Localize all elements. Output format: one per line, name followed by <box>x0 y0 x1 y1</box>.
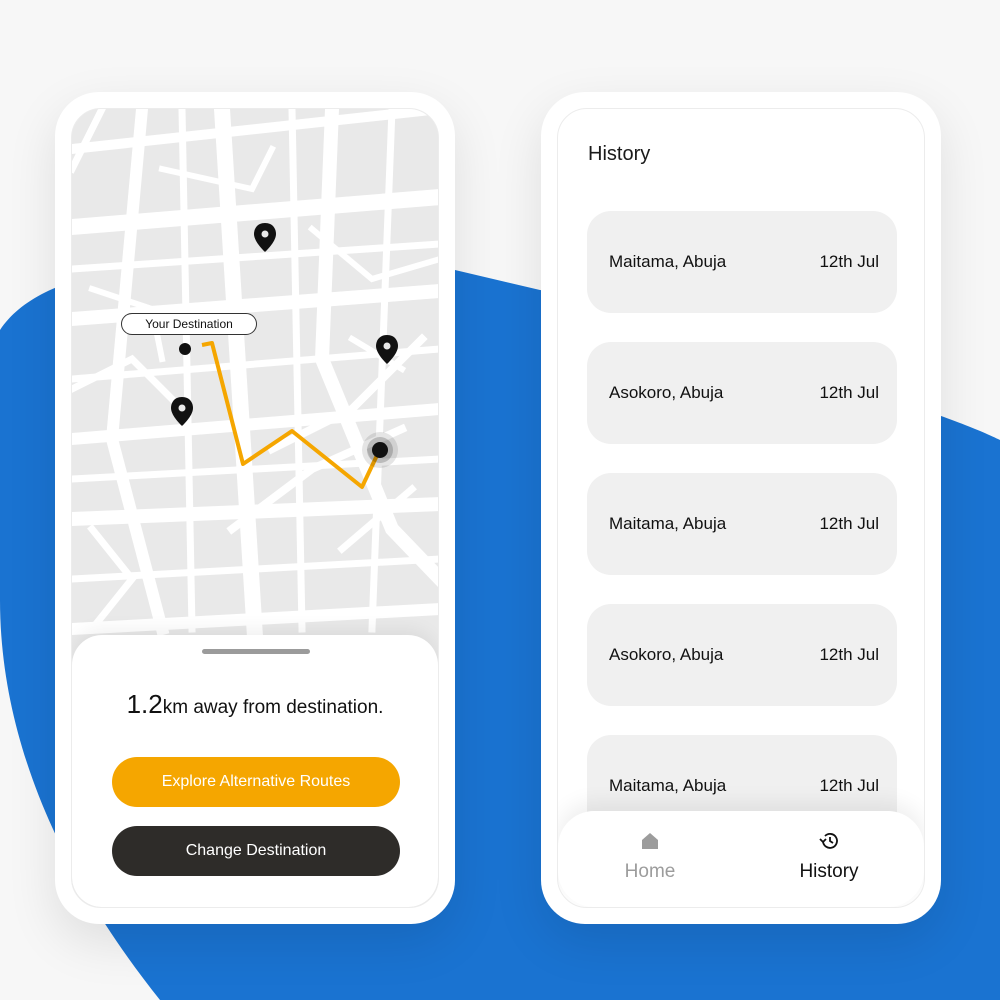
current-location-icon <box>362 432 398 468</box>
tab-history[interactable]: History <box>769 831 889 895</box>
history-date: 12th Jul <box>819 514 879 533</box>
tab-home[interactable]: Home <box>590 831 710 895</box>
history-item[interactable]: Maitama, Abuja 12th Jul <box>587 211 897 313</box>
history-item[interactable]: Maitama, Abuja 12th Jul <box>587 473 897 575</box>
history-item[interactable]: Asokoro, Abuja 12th Jul <box>587 342 897 444</box>
history-place: Asokoro, Abuja <box>609 645 724 664</box>
history-date: 12th Jul <box>819 252 879 271</box>
page-title: History <box>588 143 651 165</box>
history-screen: History Maitama, Abuja 12th Jul Asokoro,… <box>557 108 925 908</box>
origin-dot <box>179 343 191 355</box>
bottom-tab-bar: Home History <box>558 811 924 907</box>
map-screen: Your Destination 1.2km away from destina… <box>71 108 439 908</box>
route-bottom-sheet: 1.2km away from destination. Explore Alt… <box>72 635 438 907</box>
tab-home-label: Home <box>624 861 676 882</box>
distance-value: 1.2 <box>126 689 163 719</box>
distance-suffix: km away from destination. <box>162 697 384 718</box>
history-date: 12th Jul <box>819 383 879 402</box>
history-date: 12th Jul <box>819 645 879 664</box>
distance-text: 1.2km away from destination. <box>72 689 438 720</box>
history-icon <box>819 833 838 849</box>
history-phone: History Maitama, Abuja 12th Jul Asokoro,… <box>541 92 941 924</box>
change-destination-button[interactable]: Change Destination <box>112 826 400 876</box>
history-date: 12th Jul <box>819 776 879 795</box>
history-item[interactable]: Asokoro, Abuja 12th Jul <box>587 604 897 706</box>
tab-history-label: History <box>799 861 859 882</box>
home-icon <box>642 833 658 849</box>
map-phone: Your Destination 1.2km away from destina… <box>55 92 455 924</box>
explore-routes-button[interactable]: Explore Alternative Routes <box>112 757 400 807</box>
history-place: Maitama, Abuja <box>609 514 727 533</box>
destination-label: Your Destination <box>121 313 257 335</box>
history-place: Asokoro, Abuja <box>609 383 724 402</box>
history-place: Maitama, Abuja <box>609 252 727 271</box>
sheet-drag-handle[interactable] <box>202 649 310 654</box>
history-place: Maitama, Abuja <box>609 776 727 795</box>
